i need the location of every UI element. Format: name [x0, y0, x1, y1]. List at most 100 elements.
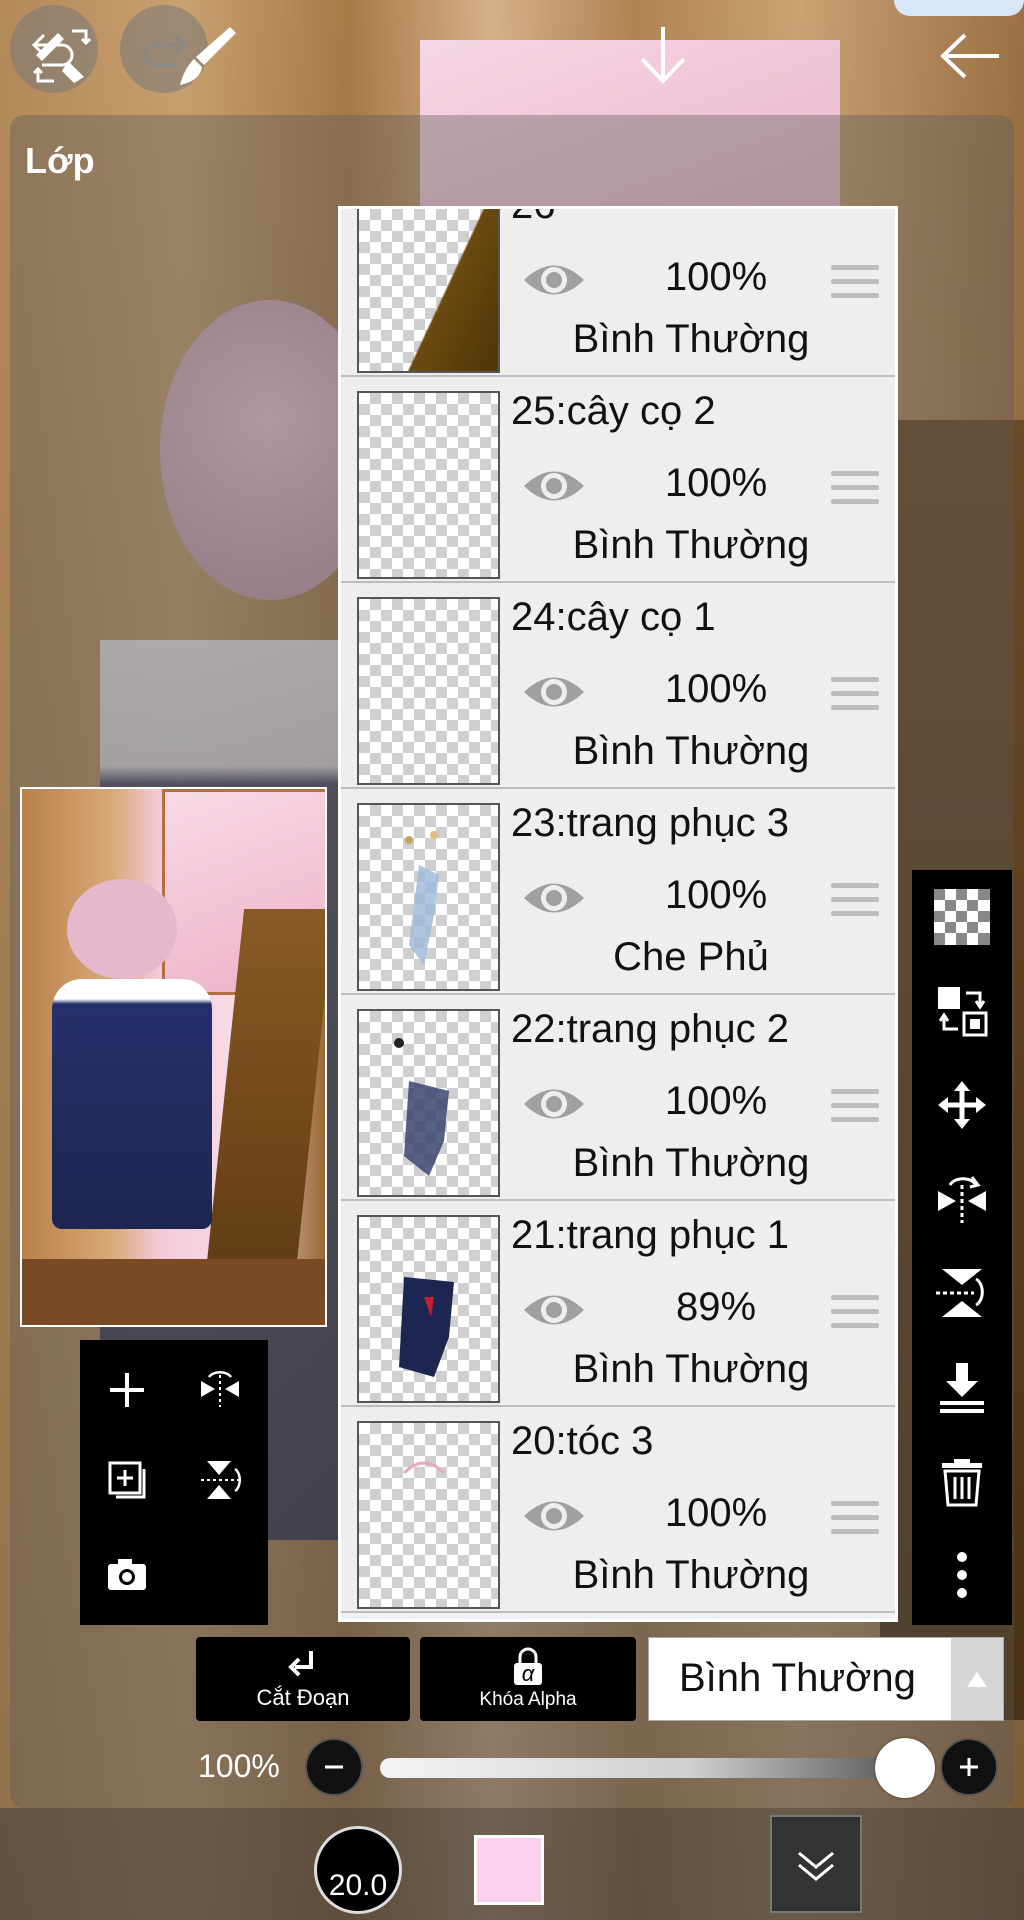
layer-name: 21:trang phục 1: [511, 1213, 789, 1257]
swap-layer-button[interactable]: [912, 964, 1012, 1058]
delete-layer-button[interactable]: [912, 1434, 1012, 1528]
layer-blend-mode: Bình Thường: [572, 523, 810, 567]
layer-blend-mode: Bình Thường: [572, 1553, 810, 1597]
layer-name: 25:cây cọ 2: [511, 389, 716, 433]
canvas-preview[interactable]: [20, 787, 327, 1327]
alpha-lock-label: Khóa Alpha: [479, 1689, 577, 1710]
drag-handle-icon[interactable]: [831, 1501, 879, 1543]
import-photo-button[interactable]: [87, 1535, 167, 1615]
layer-opacity: 100%: [664, 667, 768, 711]
camera-icon: [108, 1559, 146, 1590]
layer-thumbnail[interactable]: [357, 391, 500, 579]
transparency-button[interactable]: [912, 870, 1012, 964]
chevron-up-icon[interactable]: [951, 1638, 1003, 1720]
back-arrow-icon: [940, 33, 999, 79]
layer-thumbnail[interactable]: [357, 597, 500, 785]
move-layer-button[interactable]: [912, 1058, 1012, 1152]
add-layer-button[interactable]: [87, 1350, 167, 1430]
opacity-decrease-button[interactable]: [305, 1738, 363, 1796]
layer-menu-icon: [798, 1851, 834, 1881]
layer-thumbnail[interactable]: [357, 1421, 500, 1609]
more-icon: [957, 1552, 967, 1598]
layer-thumbnail[interactable]: [357, 1215, 500, 1403]
merge-down-icon: [940, 1363, 984, 1413]
left-layer-toolbox: [80, 1340, 268, 1625]
right-layer-toolbar: [912, 870, 1012, 1625]
visibility-eye-icon[interactable]: [521, 1493, 587, 1539]
layer-opacity: 89%: [675, 1285, 757, 1329]
layer-swap-icon: [938, 987, 988, 1037]
layer-opacity: 100%: [664, 461, 768, 505]
back-button[interactable]: [920, 0, 1020, 112]
layer-thumbnail[interactable]: [357, 803, 500, 991]
clipping-arrow-icon: [288, 1651, 313, 1677]
alpha-symbol: α: [521, 1661, 535, 1686]
brush-size-indicator[interactable]: 20.0: [314, 1826, 402, 1914]
more-options-button[interactable]: [912, 1528, 1012, 1622]
panel-title: Lớp: [25, 140, 95, 181]
drag-handle-icon[interactable]: [831, 883, 879, 925]
layer-row[interactable]: 20:tóc 3 100% Bình Thường: [341, 1407, 895, 1613]
visibility-eye-icon[interactable]: [521, 875, 587, 921]
drag-handle-icon[interactable]: [831, 1089, 879, 1131]
flip-vertical-icon: [936, 1269, 984, 1317]
clipping-label: Cắt Đoạn: [256, 1685, 350, 1710]
layer-name: 26: [511, 209, 556, 228]
layer-row[interactable]: 26 100% Bình Thường: [341, 209, 895, 377]
blend-mode-select[interactable]: Bình Thường: [648, 1637, 1004, 1721]
layer-row[interactable]: 25:cây cọ 2 100% Bình Thường: [341, 377, 895, 583]
flip-horizontal-icon: [201, 1370, 239, 1407]
color-swatch[interactable]: [474, 1835, 544, 1905]
visibility-eye-icon[interactable]: [521, 669, 587, 715]
opacity-increase-button[interactable]: [940, 1738, 998, 1796]
layer-thumbnail[interactable]: [357, 1009, 500, 1197]
flip-vertical-icon: [201, 1461, 242, 1499]
download-button[interactable]: [618, 0, 708, 112]
layer-blend-mode: Bình Thường: [572, 317, 810, 361]
layer-row[interactable]: 21:trang phục 1 89% Bình Thường: [341, 1201, 895, 1407]
layer-name: 24:cây cọ 1: [511, 595, 716, 639]
layer-opacity: 100%: [664, 255, 768, 299]
move-icon: [938, 1081, 986, 1129]
layer-row[interactable]: 24:cây cọ 1 100% Bình Thường: [341, 583, 895, 789]
tool-switch-button[interactable]: [18, 0, 108, 112]
visibility-eye-icon[interactable]: [521, 1287, 587, 1333]
trash-icon: [942, 1459, 982, 1507]
drag-handle-icon[interactable]: [831, 265, 879, 307]
layer-blend-mode: Che Phủ: [613, 935, 769, 979]
flip-vertical-button[interactable]: [912, 1246, 1012, 1340]
preview-floor-art: [22, 1259, 325, 1325]
drag-handle-icon[interactable]: [831, 1295, 879, 1337]
brush-icon: [180, 27, 236, 85]
clipping-button[interactable]: Cắt Đoạn: [196, 1637, 410, 1721]
drag-handle-icon[interactable]: [831, 471, 879, 513]
layer-name: 23:trang phục 3: [511, 801, 789, 845]
layer-opacity: 100%: [664, 873, 768, 917]
layer-row[interactable]: 23:trang phục 3 100% Che Phủ: [341, 789, 895, 995]
opacity-slider-knob[interactable]: [875, 1738, 935, 1798]
visibility-eye-icon[interactable]: [521, 463, 587, 509]
layer-row[interactable]: 22:trang phục 2 100% Bình Thường: [341, 995, 895, 1201]
layer-blend-mode: Bình Thường: [572, 1141, 810, 1185]
drag-handle-icon[interactable]: [831, 677, 879, 719]
layer-name: 20:tóc 3: [511, 1419, 654, 1463]
opacity-slider[interactable]: [380, 1758, 900, 1778]
layer-blend-mode: Bình Thường: [572, 729, 810, 773]
flip-horizontal-icon: [938, 1176, 986, 1223]
visibility-eye-icon[interactable]: [521, 1081, 587, 1127]
flip-layer-vertical-button[interactable]: [180, 1440, 260, 1520]
download-icon: [640, 27, 686, 84]
layer-menu-button[interactable]: [770, 1815, 862, 1913]
layer-thumbnail[interactable]: [357, 209, 500, 373]
merge-down-button[interactable]: [912, 1340, 1012, 1434]
flip-layer-horizontal-button[interactable]: [180, 1350, 260, 1430]
layer-list[interactable]: 26 100% Bình Thường 25:cây cọ 2 100% Bìn…: [338, 206, 898, 1622]
plus-icon: [960, 1758, 978, 1776]
layer-blend-mode: Bình Thường: [572, 1347, 810, 1391]
duplicate-layer-button[interactable]: [87, 1440, 167, 1520]
layer-name: 22:trang phục 2: [511, 1007, 789, 1051]
brush-tool-button[interactable]: [160, 0, 250, 112]
alpha-lock-button[interactable]: α Khóa Alpha: [420, 1637, 636, 1721]
visibility-eye-icon[interactable]: [521, 257, 587, 303]
flip-horizontal-button[interactable]: [912, 1152, 1012, 1246]
